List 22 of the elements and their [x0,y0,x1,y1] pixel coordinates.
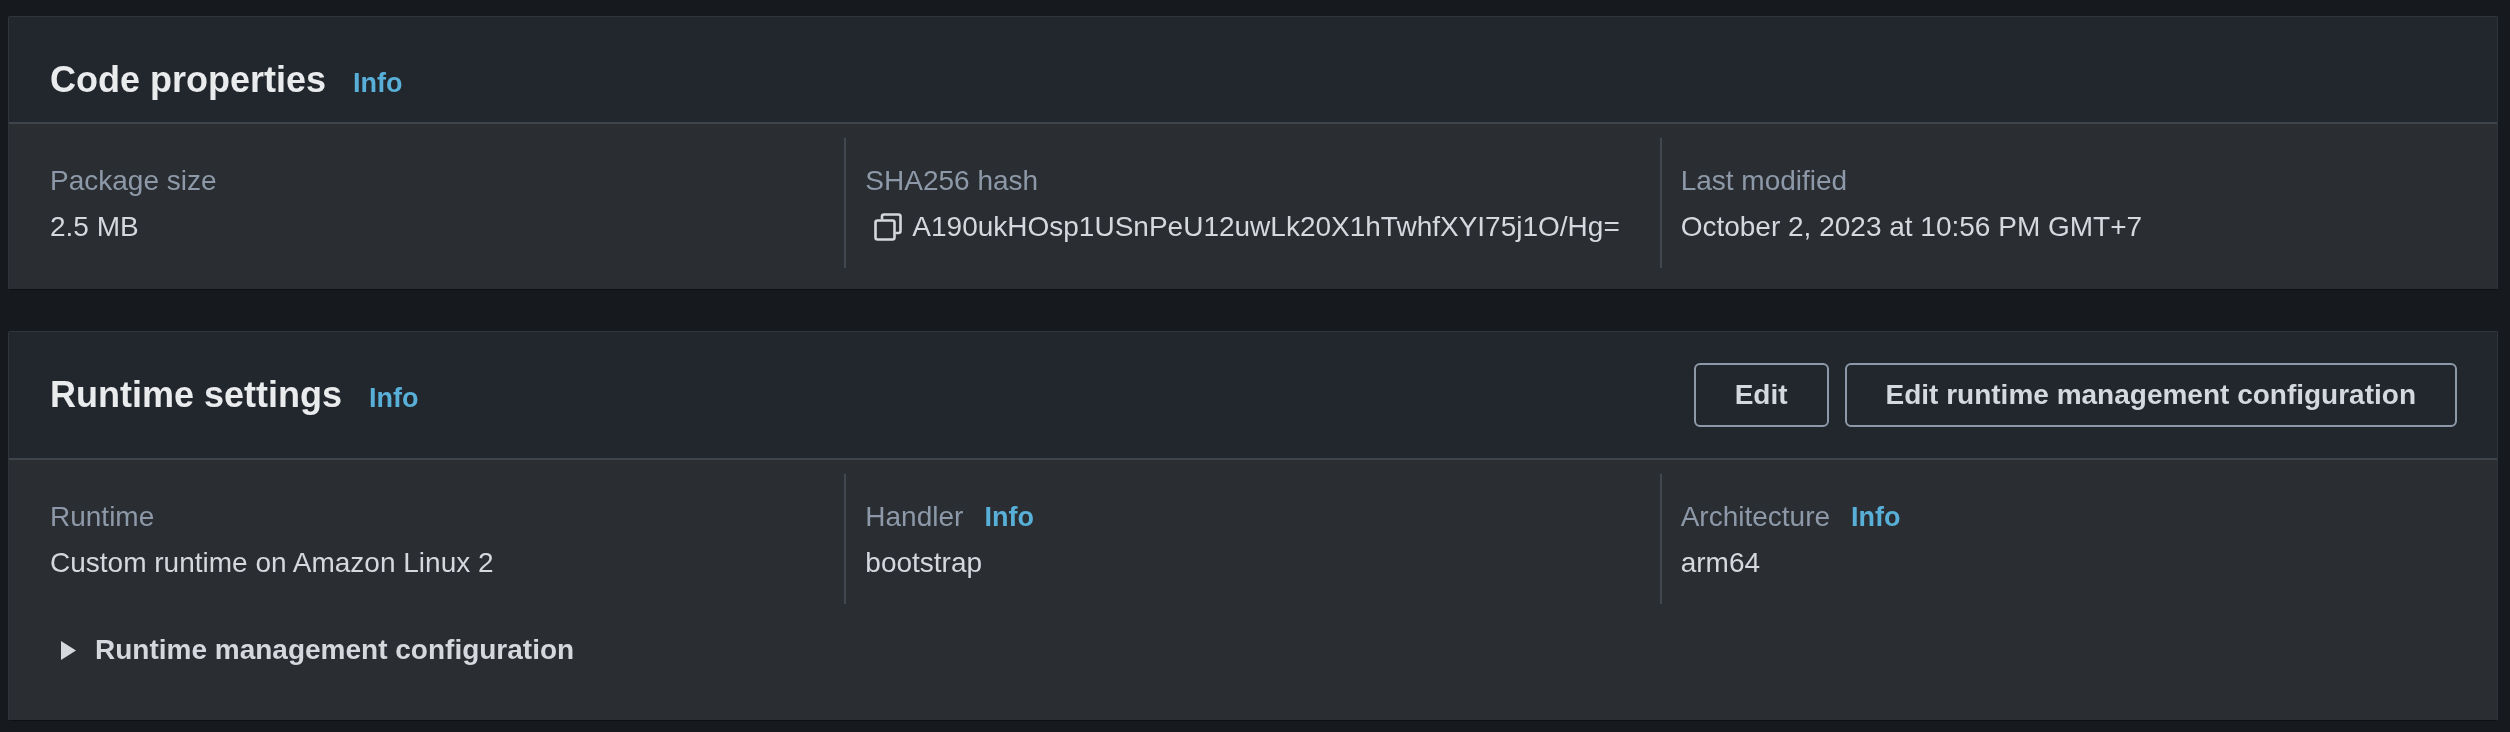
field-label: Runtime [50,500,155,534]
info-link[interactable]: Info [984,497,1034,537]
info-link[interactable]: Info [1851,497,1901,537]
copy-icon[interactable] [874,213,903,241]
field-value: 2.5 MB [50,210,139,244]
field-label: SHA256 hash [865,164,1039,198]
info-link[interactable]: Info [369,383,419,414]
field-value: Custom runtime on Amazon Linux 2 [50,546,494,580]
action-button[interactable]: Edit runtime management configuration [1844,363,2457,427]
section-title: Code properties [50,58,327,102]
field-label: Architecture [1680,500,1831,534]
expander-toggle[interactable]: Runtime management configuration [60,630,575,670]
field-label: Handler [865,500,964,534]
field-value: bootstrap [865,546,983,580]
section-title: Runtime settings [50,373,343,417]
field-value: A190ukHOsp1USnPeU12uwLk20X1hTwhfXYI75j1O/Hg= [912,210,1620,244]
field-label: Package size [50,164,217,198]
info-link[interactable]: Info [353,68,403,99]
action-button[interactable]: Edit [1693,363,1829,427]
field-value: October 2, 2023 at 10:56 PM GMT+7 [1680,210,2143,244]
field-value: arm64 [1680,546,1761,580]
field-label: Last modified [1680,164,1848,198]
